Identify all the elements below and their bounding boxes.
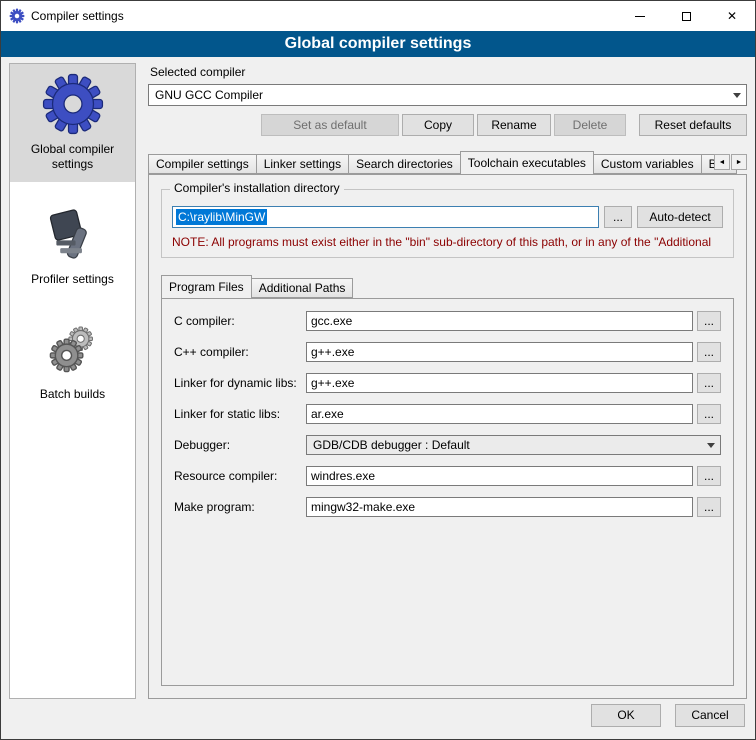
installation-directory-value: C:\raylib\MinGW [176, 209, 267, 225]
sidebar-item-batch-builds[interactable]: Batch builds [10, 309, 135, 412]
dialog-header: Global compiler settings [1, 31, 755, 57]
dialog-footer: OK Cancel [1, 699, 755, 739]
window-title: Compiler settings [31, 9, 124, 23]
sidebar-item-profiler-settings[interactable]: Profiler settings [10, 194, 135, 297]
set-as-default-button[interactable]: Set as default [261, 114, 399, 136]
tab-compiler-settings[interactable]: Compiler settings [148, 154, 257, 174]
static-linker-input[interactable]: ar.exe [306, 404, 693, 424]
chevron-down-icon [733, 93, 741, 98]
sidebar-item-label: Profiler settings [31, 272, 114, 287]
make-program-label: Make program: [174, 500, 306, 514]
dynamic-linker-input[interactable]: g++.exe [306, 373, 693, 393]
installation-directory-group-title: Compiler's installation directory [170, 181, 344, 195]
installation-directory-input[interactable]: C:\raylib\MinGW [172, 206, 599, 228]
dynamic-linker-label: Linker for dynamic libs: [174, 376, 306, 390]
settings-sidebar: Global compiler settings Profiler settin… [9, 63, 136, 699]
minimize-button[interactable] [617, 1, 663, 31]
minimize-icon [635, 16, 645, 17]
browse-directory-button[interactable]: ... [604, 206, 632, 228]
chevron-down-icon [707, 443, 715, 448]
installation-note: NOTE: All programs must exist either in … [172, 235, 723, 249]
debugger-select[interactable]: GDB/CDB debugger : Default [306, 435, 721, 455]
titlebar: Compiler settings ✕ [1, 1, 755, 31]
installation-directory-group: Compiler's installation directory C:\ray… [161, 189, 734, 258]
close-button[interactable]: ✕ [709, 1, 755, 31]
tabs-scroll-left-button[interactable]: ◄ [714, 154, 730, 170]
field-row: Resource compiler: windres.exe ... [174, 466, 721, 486]
tab-program-files[interactable]: Program Files [161, 275, 252, 298]
tabs-scroll-right-button[interactable]: ► [731, 154, 747, 170]
tab-linker-settings[interactable]: Linker settings [256, 154, 349, 174]
sidebar-item-global-compiler-settings[interactable]: Global compiler settings [10, 64, 135, 182]
resource-compiler-input[interactable]: windres.exe [306, 466, 693, 486]
make-program-input[interactable]: mingw32-make.exe [306, 497, 693, 517]
debugger-label: Debugger: [174, 438, 306, 452]
tab-search-directories[interactable]: Search directories [348, 154, 461, 174]
resource-compiler-label: Resource compiler: [174, 469, 306, 483]
sidebar-item-label: Batch builds [40, 387, 105, 402]
close-icon: ✕ [727, 10, 737, 22]
app-gear-icon [9, 8, 25, 24]
cpp-compiler-label: C++ compiler: [174, 345, 306, 359]
cpp-compiler-input[interactable]: g++.exe [306, 342, 693, 362]
cancel-button[interactable]: Cancel [675, 704, 745, 727]
c-compiler-label: C compiler: [174, 314, 306, 328]
c-compiler-input[interactable]: gcc.exe [306, 311, 693, 331]
static-linker-browse-button[interactable]: ... [697, 404, 721, 424]
selected-compiler-value: GNU GCC Compiler [155, 88, 729, 102]
rename-button[interactable]: Rename [477, 114, 551, 136]
field-row: Linker for static libs: ar.exe ... [174, 404, 721, 424]
maximize-icon [682, 12, 691, 21]
toolchain-executables-panel: Compiler's installation directory C:\ray… [148, 174, 747, 699]
selected-compiler-label: Selected compiler [150, 65, 747, 79]
programs-tabstrip: Program Files Additional Paths [161, 274, 734, 298]
selected-compiler-select[interactable]: GNU GCC Compiler [148, 84, 747, 106]
auto-detect-button[interactable]: Auto-detect [637, 206, 723, 228]
field-row: C++ compiler: g++.exe ... [174, 342, 721, 362]
debugger-value: GDB/CDB debugger : Default [313, 438, 703, 452]
tab-toolchain-executables[interactable]: Toolchain executables [460, 151, 594, 174]
reset-defaults-button[interactable]: Reset defaults [639, 114, 747, 136]
tab-additional-paths[interactable]: Additional Paths [251, 278, 354, 298]
gray-gears-icon [41, 317, 105, 381]
copy-button[interactable]: Copy [402, 114, 474, 136]
c-compiler-browse-button[interactable]: ... [697, 311, 721, 331]
field-row: C compiler: gcc.exe ... [174, 311, 721, 331]
cpp-compiler-browse-button[interactable]: ... [697, 342, 721, 362]
compiler-settings-window: Compiler settings ✕ Global compiler sett… [0, 0, 756, 740]
settings-tabstrip: Compiler settings Linker settings Search… [148, 150, 747, 174]
resource-compiler-browse-button[interactable]: ... [697, 466, 721, 486]
dynamic-linker-browse-button[interactable]: ... [697, 373, 721, 393]
tab-custom-variables[interactable]: Custom variables [593, 154, 702, 174]
program-files-panel: C compiler: gcc.exe ... C++ compiler: g+… [161, 298, 734, 686]
static-linker-label: Linker for static libs: [174, 407, 306, 421]
field-row: Debugger: GDB/CDB debugger : Default [174, 435, 721, 455]
profiler-tool-icon [41, 202, 105, 266]
field-row: Make program: mingw32-make.exe ... [174, 497, 721, 517]
blue-gear-icon [41, 72, 105, 136]
make-program-browse-button[interactable]: ... [697, 497, 721, 517]
delete-button[interactable]: Delete [554, 114, 626, 136]
field-row: Linker for dynamic libs: g++.exe ... [174, 373, 721, 393]
sidebar-item-label: Global compiler settings [12, 142, 133, 172]
ok-button[interactable]: OK [591, 704, 661, 727]
maximize-button[interactable] [663, 1, 709, 31]
